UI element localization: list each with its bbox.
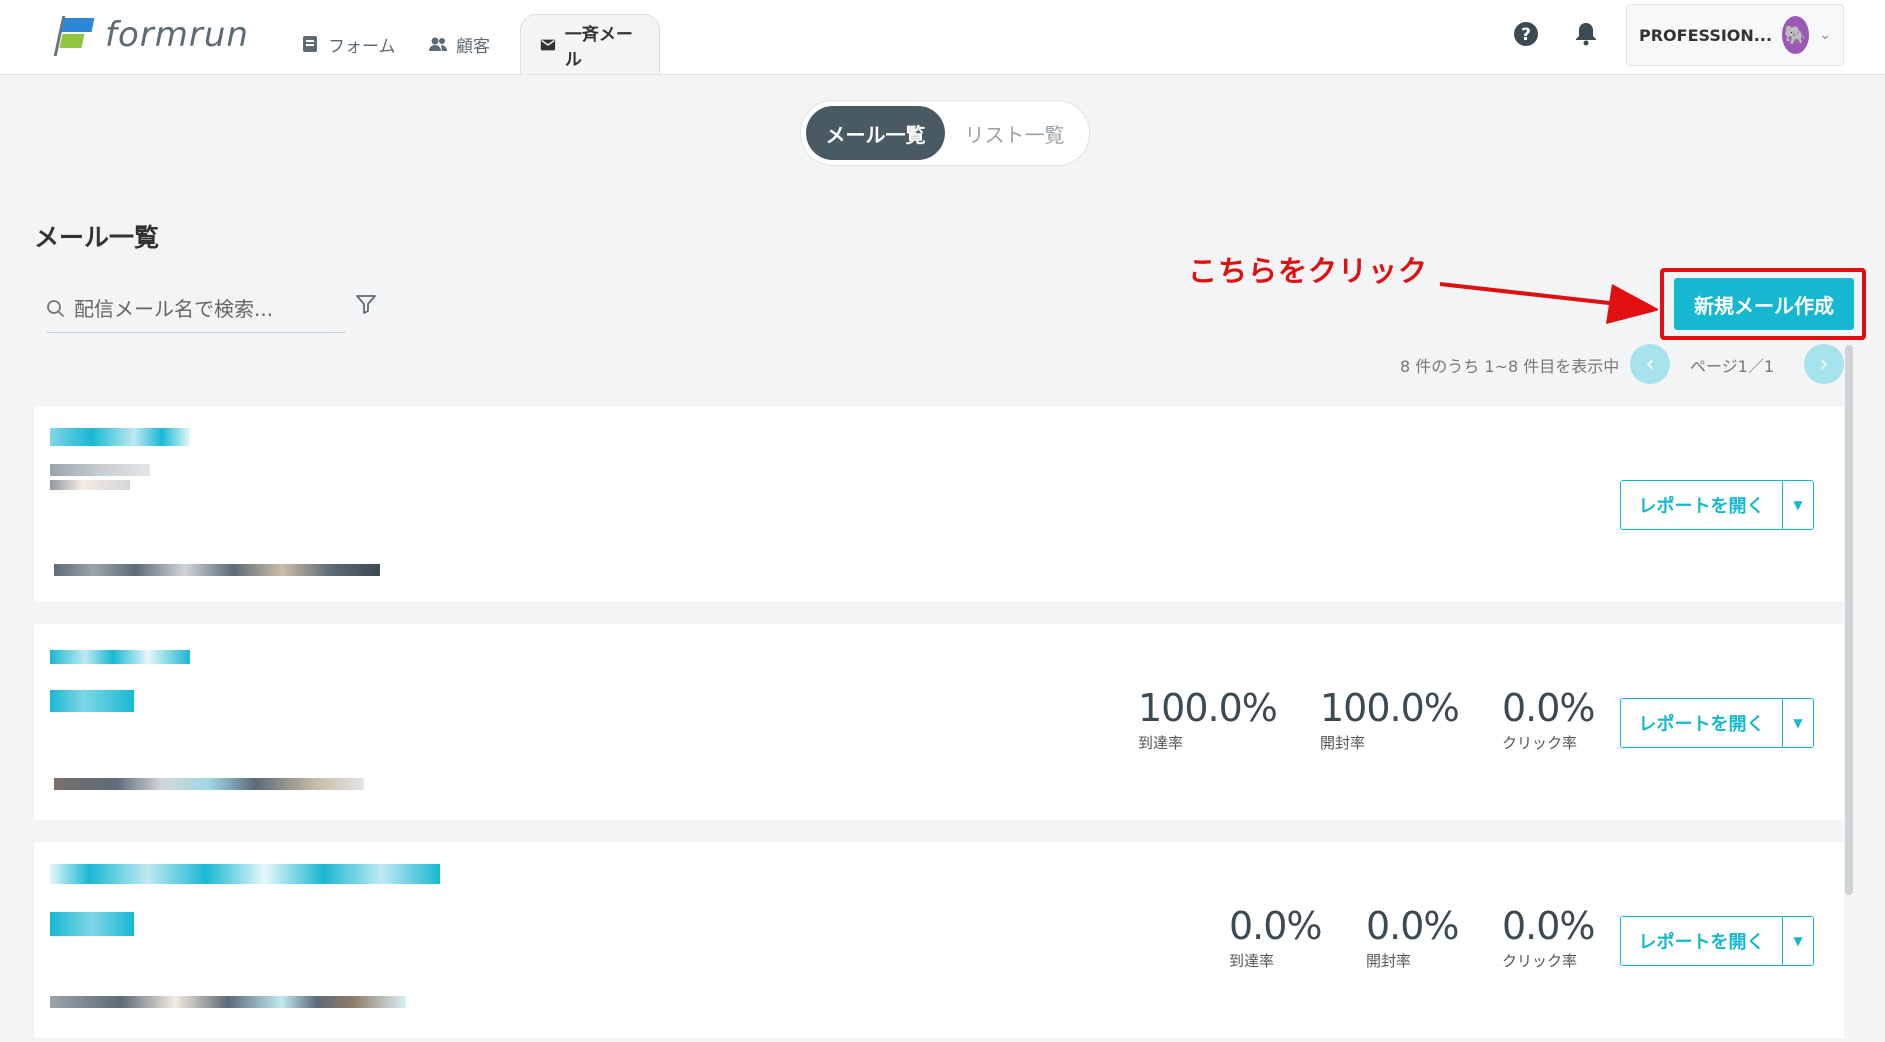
mail-card: レポートを開く ▼ [34, 406, 1844, 602]
stat-value: 100.0% [1320, 686, 1460, 730]
stat-label: 開封率 [1320, 734, 1366, 752]
stat-label: クリック率 [1502, 952, 1578, 970]
prev-page-button[interactable]: ‹ [1630, 344, 1670, 384]
search-icon [47, 300, 65, 318]
blurred-title [50, 864, 440, 884]
scrollbar[interactable] [1845, 345, 1853, 895]
account-menu[interactable]: PROFESSION... 🐘 ⌄ [1626, 4, 1844, 66]
svg-text:?: ? [1521, 25, 1531, 45]
formrun-logo[interactable]: formrun [53, 14, 249, 56]
nav-tab-customers-label: 顧客 [456, 36, 490, 57]
caret-down-icon[interactable]: ▼ [1783, 699, 1813, 747]
open-report-label[interactable]: レポートを開く [1621, 917, 1783, 965]
stat-value: 0.0% [1229, 904, 1323, 948]
blurred-subtitle [50, 912, 134, 936]
stat-value: 0.0% [1366, 904, 1460, 948]
top-header: formrun フォーム 顧客 一斉メール ? PROFESSION... 🐘 … [0, 0, 1885, 75]
blurred-subtitle [50, 690, 134, 712]
people-icon [429, 37, 447, 51]
next-page-button[interactable]: › [1804, 344, 1844, 384]
mail-card: 100.0% 到達率 100.0% 開封率 0.0% クリック率 レポートを開く… [34, 624, 1844, 820]
open-report-label[interactable]: レポートを開く [1621, 699, 1783, 747]
nav-tab-bulk-mail[interactable]: 一斉メール [520, 14, 660, 74]
stat-value: 0.0% [1502, 904, 1596, 948]
chevron-down-icon: ⌄ [1819, 27, 1831, 43]
pager-page: ページ1／1 [1690, 357, 1775, 376]
logo-text: formrun [105, 15, 249, 55]
stat-value: 0.0% [1502, 686, 1596, 730]
stat-open: 100.0% 開封率 [1320, 686, 1460, 753]
stat-delivery: 0.0% 到達率 [1229, 904, 1323, 971]
stat-delivery: 100.0% 到達率 [1138, 686, 1278, 753]
logo-mark-icon [53, 14, 97, 56]
open-report-label[interactable]: レポートを開く [1621, 481, 1783, 529]
tab-list-list[interactable]: リスト一覧 [945, 106, 1084, 160]
stat-click: 0.0% クリック率 [1502, 686, 1596, 753]
caret-down-icon[interactable]: ▼ [1783, 917, 1813, 965]
pager-info: 8 件のうち 1~8 件目を表示中 [1400, 357, 1620, 376]
blurred-footer [54, 564, 380, 576]
stat-label: 到達率 [1138, 734, 1184, 752]
view-toggle: メール一覧 リスト一覧 [800, 100, 1090, 166]
stat-open: 0.0% 開封率 [1366, 904, 1460, 971]
annotation-text: こちらをクリック [1188, 254, 1429, 288]
blurred-footer [54, 778, 364, 790]
page-title: メール一覧 [34, 223, 160, 252]
avatar: 🐘 [1782, 16, 1810, 54]
nav-tab-bulk-mail-label: 一斉メール [564, 24, 633, 70]
stat-click: 0.0% クリック率 [1502, 904, 1596, 971]
blurred-subtitle [50, 464, 150, 476]
nav-tab-customers[interactable]: 顧客 [410, 14, 508, 74]
mail-icon [540, 39, 556, 50]
nav-tab-form[interactable]: フォーム [282, 14, 414, 74]
stat-label: 開封率 [1366, 952, 1412, 970]
search-bar [46, 286, 346, 333]
annotation-arrow [1439, 282, 1658, 324]
open-report-button[interactable]: レポートを開く ▼ [1620, 698, 1814, 748]
form-icon [303, 36, 317, 52]
bell-icon[interactable] [1572, 20, 1600, 48]
blurred-title [50, 428, 190, 446]
open-report-button[interactable]: レポートを開く ▼ [1620, 480, 1814, 530]
blurred-footer [50, 996, 406, 1008]
blurred-title [50, 650, 190, 664]
blurred-meta [50, 480, 130, 490]
account-name: PROFESSION... [1639, 25, 1773, 45]
mail-card: 0.0% 到達率 0.0% 開封率 0.0% クリック率 レポートを開く ▼ [34, 842, 1844, 1038]
caret-down-icon[interactable]: ▼ [1783, 481, 1813, 529]
filter-icon[interactable] [354, 292, 378, 316]
new-mail-button[interactable]: 新規メール作成 [1674, 278, 1854, 330]
stat-value: 100.0% [1138, 686, 1278, 730]
open-report-button[interactable]: レポートを開く ▼ [1620, 916, 1814, 966]
nav-tab-form-label: フォーム [328, 36, 396, 57]
stat-label: クリック率 [1502, 734, 1578, 752]
search-input[interactable] [72, 296, 316, 322]
stat-label: 到達率 [1229, 952, 1275, 970]
tab-mail-list[interactable]: メール一覧 [806, 106, 945, 160]
help-icon[interactable]: ? [1512, 20, 1540, 48]
